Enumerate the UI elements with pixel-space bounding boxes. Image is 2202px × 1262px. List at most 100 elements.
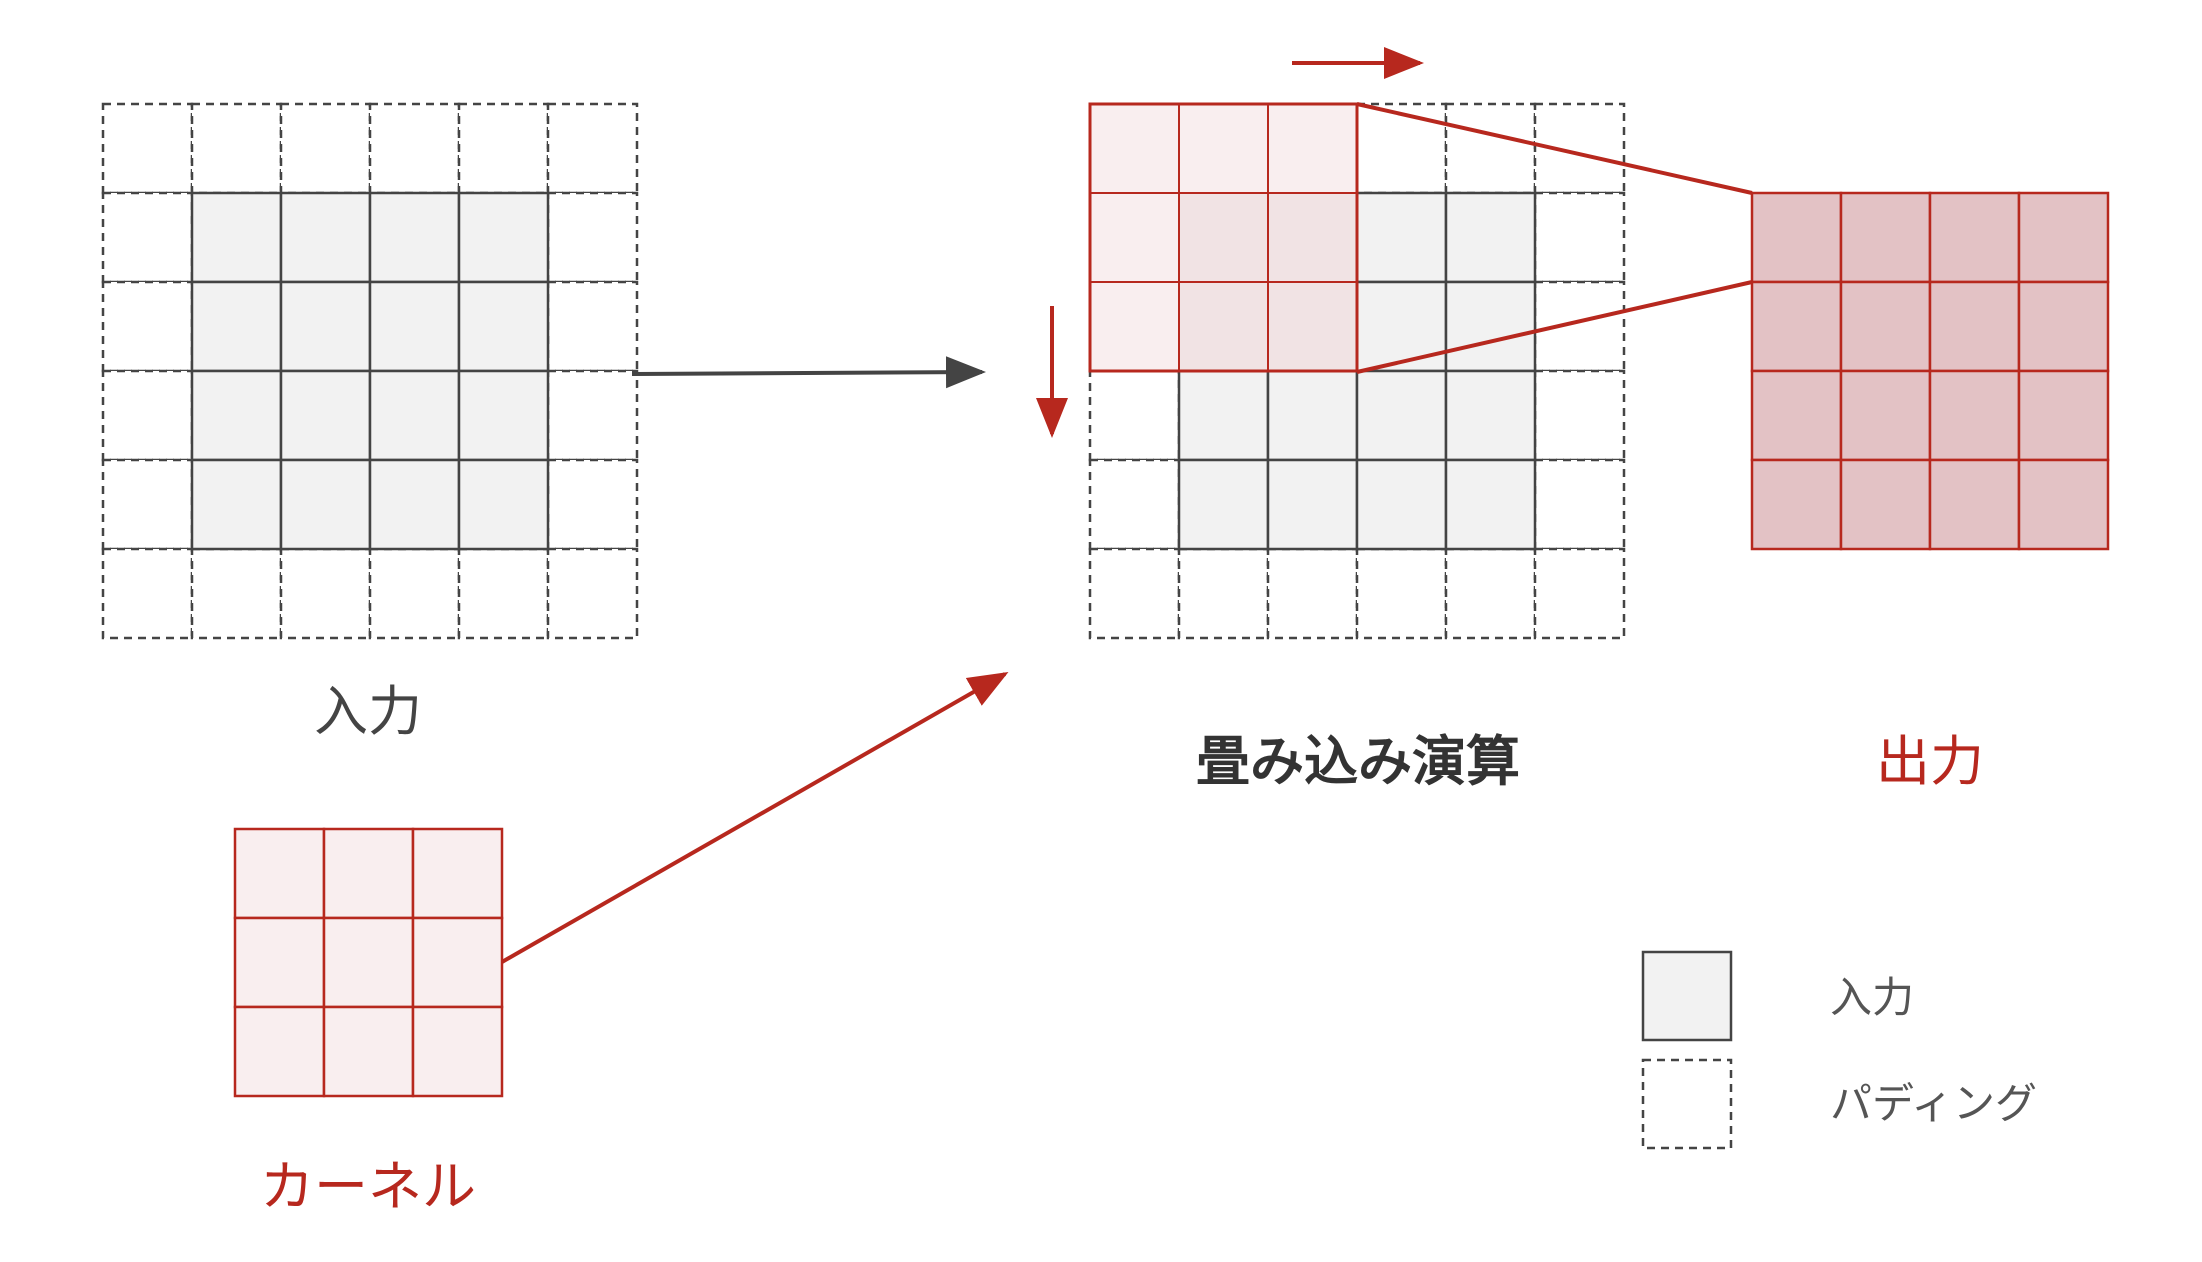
padding-cell (1177, 547, 1270, 640)
kernel-cell (411, 916, 504, 1009)
padding-cell (279, 102, 372, 195)
input-cell (457, 191, 550, 284)
input-cell (368, 369, 461, 462)
padding-cell (546, 458, 639, 551)
input-caption: 入力 (314, 680, 422, 743)
padding-cell (1533, 458, 1626, 551)
output-cell (1839, 280, 1932, 373)
output-cell (1839, 369, 1932, 462)
input-cell (1177, 458, 1270, 551)
kernel-cell (411, 827, 504, 920)
kernel-cell (411, 1005, 504, 1098)
input-cell (1177, 369, 1270, 462)
input-cell (279, 369, 372, 462)
output-cell (1928, 458, 2021, 551)
input-to-convolution-arrow (631, 356, 986, 389)
padding-cell (279, 547, 372, 640)
convolution-caption: 畳み込み演算 (1196, 730, 1520, 793)
padding-cell (1355, 102, 1448, 195)
padding-cell (101, 547, 194, 640)
input-cell (368, 458, 461, 551)
output-cell (2017, 280, 2110, 373)
padding-cell (1533, 369, 1626, 462)
padding-cell (546, 102, 639, 195)
input-cell (190, 458, 283, 551)
padding-cell (1088, 458, 1181, 551)
padding-cell (457, 547, 550, 640)
input-cell (457, 369, 550, 462)
convolution-diagram: 入力 パディング 入力 カーネル 畳み込み演算 出力 (101, 47, 2110, 1218)
legend-padding-label: パディング (1830, 1079, 2037, 1128)
padding-cell (190, 102, 283, 195)
padding-cell (546, 280, 639, 373)
padding-cell (1355, 547, 1448, 640)
kernel-cell (233, 916, 326, 1009)
kernel-window-cell (1089, 281, 1180, 372)
padding-cell (101, 102, 194, 195)
output-cell (1750, 369, 1843, 462)
kernel-window-cell (1089, 192, 1180, 283)
legend: 入力 パディング (1641, 950, 2037, 1150)
output-cell (2017, 369, 2110, 462)
padding-cell (1088, 547, 1181, 640)
kernel-grid (233, 827, 504, 1098)
kernel-cell (322, 916, 415, 1009)
output-cell (1750, 280, 1843, 373)
input-cell (1355, 191, 1448, 284)
input-cell (190, 280, 283, 373)
kernel-cell (322, 1005, 415, 1098)
input-cell (190, 191, 283, 284)
padding-cell (368, 547, 461, 640)
padding-cell (1266, 547, 1359, 640)
kernel-window (1088, 102, 1359, 373)
input-cell (279, 458, 372, 551)
padding-cell (546, 547, 639, 640)
input-cell (1355, 369, 1448, 462)
input-cell (1355, 280, 1448, 373)
output-cell (1750, 458, 1843, 551)
kernel-window-cell (1267, 281, 1358, 372)
input-cell (1266, 458, 1359, 551)
input-cell (190, 369, 283, 462)
output-cell (1750, 191, 1843, 284)
kernel-caption: カーネル (260, 1155, 476, 1218)
kernel-window-cell (1178, 103, 1269, 194)
padding-cell (101, 458, 194, 551)
kernel-window-cell (1178, 281, 1269, 372)
input-cell (457, 280, 550, 373)
output-cell (1839, 458, 1932, 551)
input-cell (1444, 369, 1537, 462)
input-grid (101, 102, 639, 640)
output-cell (1839, 191, 1932, 284)
input-cell (368, 191, 461, 284)
padding-cell (457, 102, 550, 195)
padding-cell (101, 369, 194, 462)
legend-input-label: 入力 (1830, 973, 1914, 1022)
legend-padding-swatch (1641, 1058, 1733, 1150)
output-cell (1928, 191, 2021, 284)
padding-cell (101, 191, 194, 284)
input-cell (1444, 191, 1537, 284)
padding-cell (546, 369, 639, 462)
padding-cell (1088, 369, 1181, 462)
kernel-cell (233, 827, 326, 920)
input-cell (368, 280, 461, 373)
output-cell (2017, 191, 2110, 284)
padding-cell (546, 191, 639, 284)
padding-cell (1444, 547, 1537, 640)
padding-cell (1533, 547, 1626, 640)
padding-cell (101, 280, 194, 373)
input-cell (1266, 369, 1359, 462)
kernel-window-cell (1267, 192, 1358, 283)
kernel-to-convolution-arrow (501, 672, 1009, 964)
kernel-cell (233, 1005, 326, 1098)
kernel-window-cell (1267, 103, 1358, 194)
kernel-window-cell (1089, 103, 1180, 194)
input-cell (279, 191, 372, 284)
input-cell (1355, 458, 1448, 551)
input-cell (279, 280, 372, 373)
legend-input-swatch (1641, 950, 1733, 1042)
output-cell (1928, 280, 2021, 373)
input-cell (457, 458, 550, 551)
padding-cell (190, 547, 283, 640)
